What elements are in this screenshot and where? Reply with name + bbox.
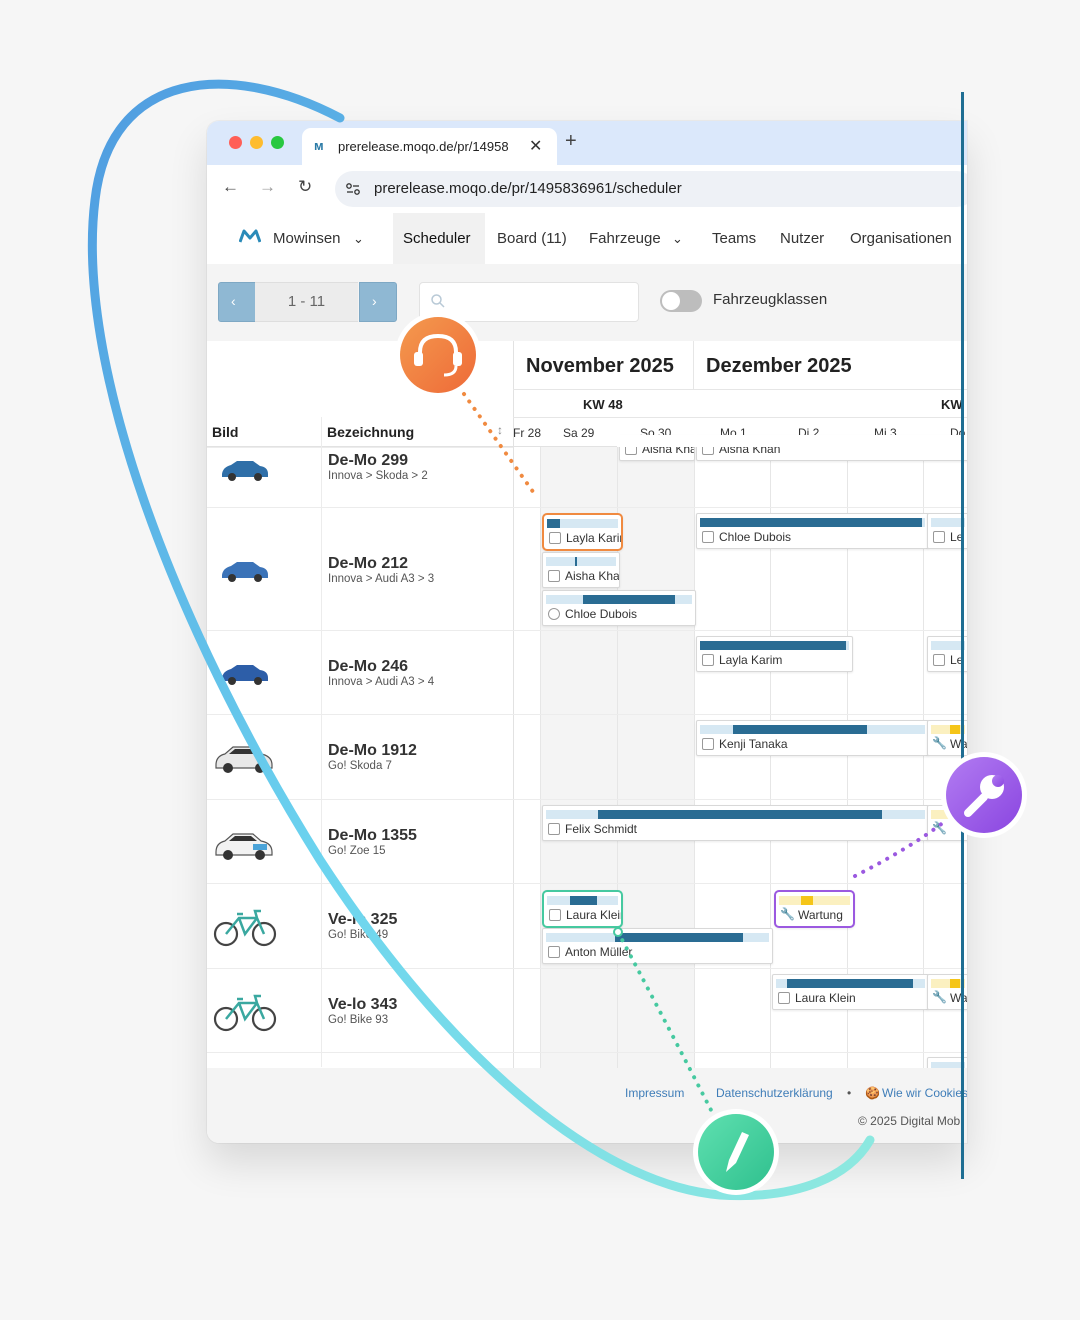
tool-connector — [853, 820, 946, 878]
support-connector — [462, 392, 538, 498]
headset-icon — [395, 312, 481, 398]
edit-connector — [616, 930, 714, 1114]
decorative-overlay — [87, 79, 1027, 1201]
pencil-icon — [693, 1109, 779, 1195]
wrench-badge-icon — [941, 752, 1027, 838]
decorative-loop — [87, 79, 875, 1201]
